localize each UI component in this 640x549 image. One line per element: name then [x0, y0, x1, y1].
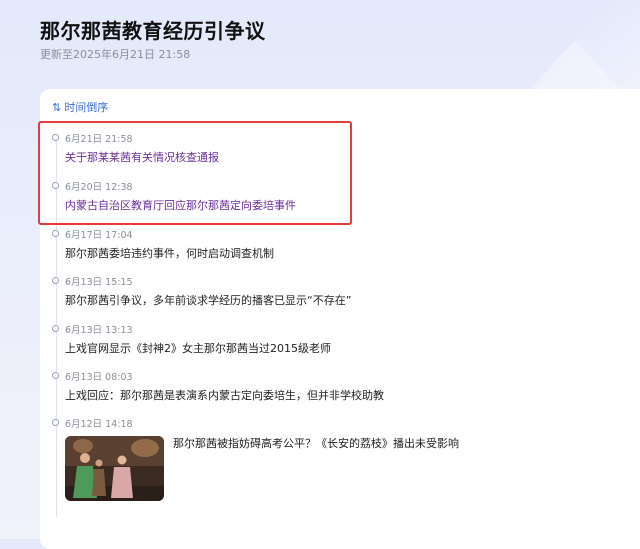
timeline-headline-link[interactable]: 那尔那茜被指妨碍高考公平？《长安的荔枝》播出未受影响: [173, 435, 459, 451]
timeline-headline-link[interactable]: 那尔那茜引争议，多年前谈求学经历的播客已显示“不存在”: [65, 292, 351, 308]
timeline-time: 6月13日 13:13: [65, 325, 133, 336]
timeline-time: 6月13日 15:15: [65, 277, 133, 288]
timeline-time: 6月12日 14:18: [65, 419, 133, 430]
highlight-annotation-box: [38, 121, 352, 225]
timeline-dot: [52, 230, 59, 237]
timeline-time: 6月17日 17:04: [65, 230, 133, 241]
news-thumbnail[interactable]: [65, 436, 164, 501]
timeline-dot: [52, 372, 59, 379]
timeline-time: 6月13日 08:03: [65, 372, 133, 383]
page-title: 那尔那茜教育经历引争议: [40, 19, 266, 43]
timeline-headline-link[interactable]: 上戏回应：那尔那茜是表演系内蒙古定向委培生，但并非学校助教: [65, 387, 384, 403]
timeline-dot: [52, 419, 59, 426]
timeline-headline-link[interactable]: 上戏官网显示《封神2》女主那尔那茜当过2015级老师: [65, 340, 331, 356]
update-timestamp: 更新至2025年6月21日 21:58: [40, 48, 191, 61]
timeline-dot: [52, 277, 59, 284]
timeline-dot: [52, 325, 59, 332]
timeline-headline-link[interactable]: 那尔那茜委培违约事件，何时启动调查机制: [65, 245, 274, 261]
